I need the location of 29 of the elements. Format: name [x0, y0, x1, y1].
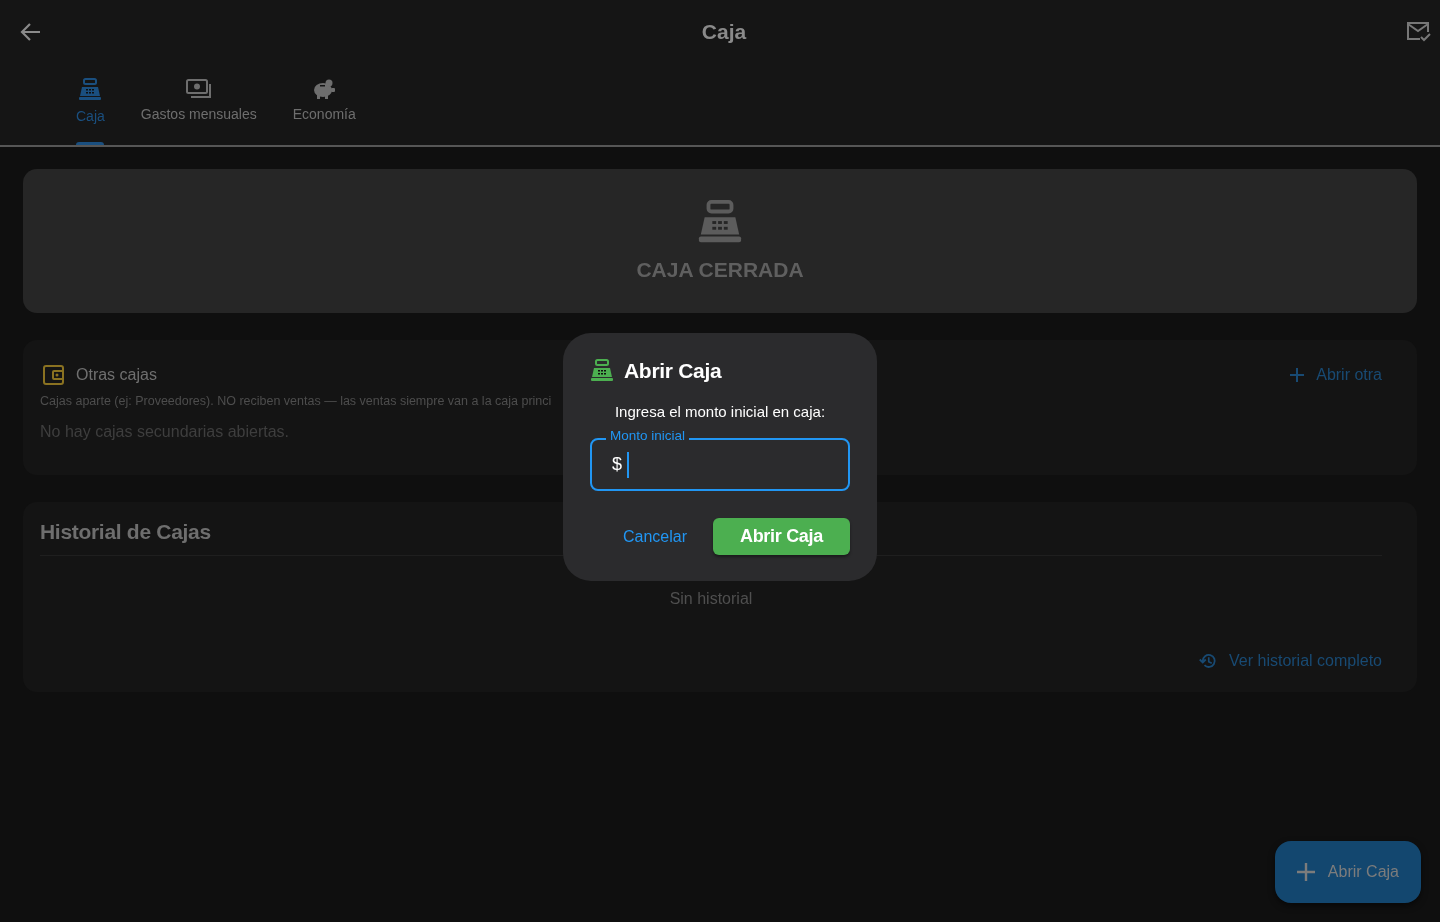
- plus-icon: [1296, 863, 1315, 881]
- cancel-button[interactable]: Cancelar: [610, 519, 699, 554]
- status-label: CAJA CERRADA: [636, 258, 804, 282]
- tab[interactable]: Gastos mensuales: [122, 64, 275, 145]
- empty-message: Sin historial: [668, 590, 754, 608]
- text-cursor: [627, 451, 629, 478]
- plus-icon: [1290, 368, 1305, 382]
- field-label: Monto inicial: [606, 428, 690, 443]
- tab[interactable]: Caja: [58, 64, 123, 145]
- dialog-title: Abrir Caja: [624, 359, 722, 383]
- cash-register-icon: [78, 78, 103, 102]
- piggy-bank-icon: [312, 78, 337, 100]
- currency-prefix: $: [612, 454, 622, 475]
- tab-indicator: [76, 142, 105, 145]
- page-title: Caja: [701, 20, 747, 44]
- tab[interactable]: Economía: [274, 64, 374, 145]
- back-button[interactable]: [20, 21, 42, 43]
- open-register-fab[interactable]: Abrir Caja: [1274, 841, 1421, 903]
- wallet-icon: [42, 364, 66, 386]
- history-icon: [1199, 652, 1218, 670]
- dialog-prompt: Ingresa el monto inicial en caja:: [613, 403, 827, 420]
- banknotes-icon: [185, 78, 212, 100]
- mail-check-icon[interactable]: [1406, 21, 1432, 43]
- open-another-link[interactable]: Abrir otra: [1290, 366, 1382, 384]
- section-description: Cajas aparte (ej: Proveedores). NO reciben ventas — las ventas siempre van a la caja princi: [40, 394, 553, 408]
- confirm-button[interactable]: Abrir Caja: [712, 518, 850, 555]
- section-title: Otras cajas: [76, 366, 157, 384]
- cash-register-icon: [590, 359, 614, 383]
- full-history-link[interactable]: Ver historial completo: [1199, 652, 1382, 670]
